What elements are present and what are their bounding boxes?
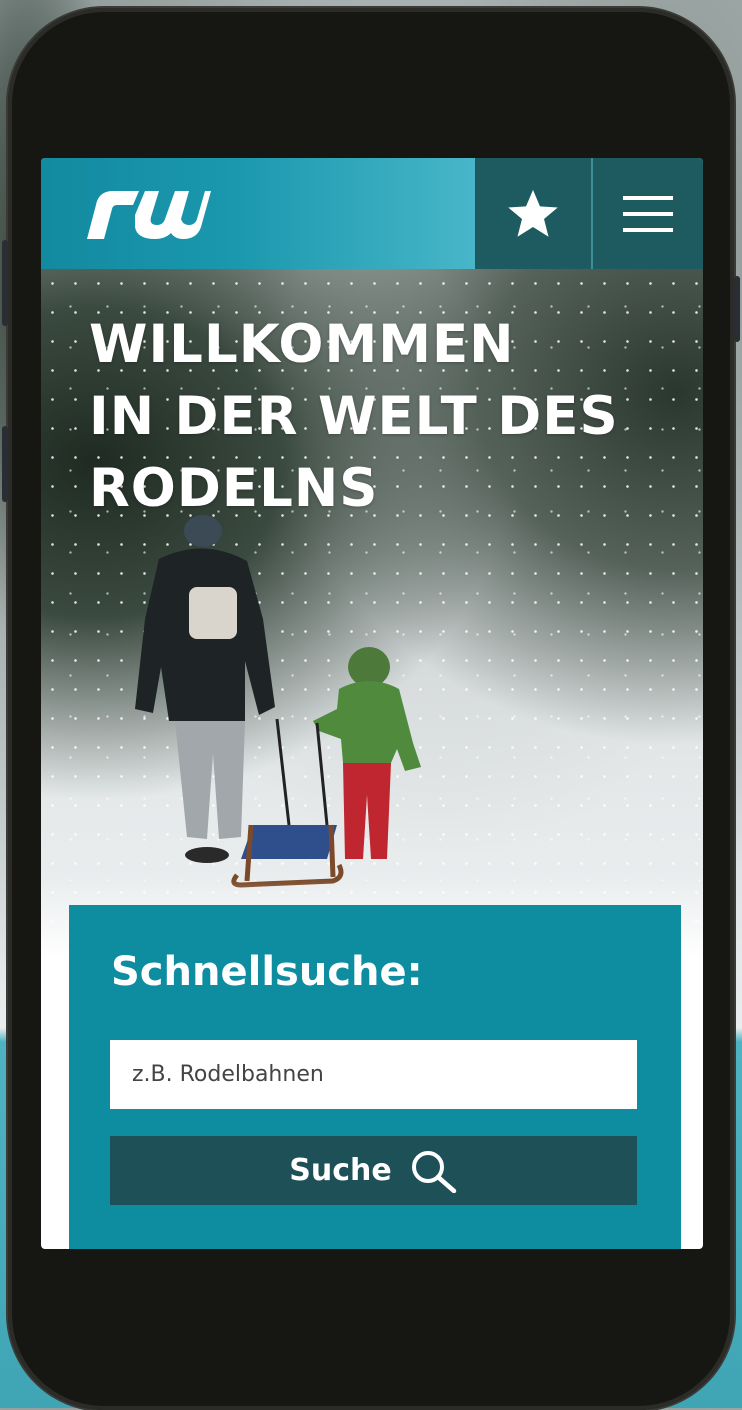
rw-logo-icon xyxy=(87,190,211,239)
search-button-label: Suche xyxy=(289,1153,392,1188)
favorites-button[interactable] xyxy=(475,158,593,269)
search-input[interactable] xyxy=(110,1040,637,1109)
hero-title-line2: IN DER WELT DES xyxy=(89,386,619,447)
search-button[interactable]: Suche xyxy=(110,1136,637,1205)
hero-banner: WILLKOMMEN IN DER WELT DES RODELNS xyxy=(41,269,703,959)
hero-title-line1: WILLKOMMEN xyxy=(89,314,515,375)
star-icon xyxy=(508,189,558,237)
phone-screen: WILLKOMMEN IN DER WELT DES RODELNS Schne… xyxy=(41,158,703,1249)
quick-search-panel: Schnellsuche: Suche xyxy=(69,905,681,1249)
quick-search-title: Schnellsuche: xyxy=(111,949,423,995)
hamburger-menu-icon xyxy=(623,195,673,232)
search-icon xyxy=(411,1150,456,1193)
volume-down-button xyxy=(2,426,8,502)
power-button xyxy=(734,276,740,342)
hero-title-line3: RODELNS xyxy=(89,458,379,519)
top-navigation-bar xyxy=(41,158,703,269)
logo-link[interactable] xyxy=(41,158,475,269)
menu-button[interactable] xyxy=(593,158,703,269)
hero-title: WILLKOMMEN IN DER WELT DES RODELNS xyxy=(89,309,619,525)
volume-up-button xyxy=(2,240,8,326)
